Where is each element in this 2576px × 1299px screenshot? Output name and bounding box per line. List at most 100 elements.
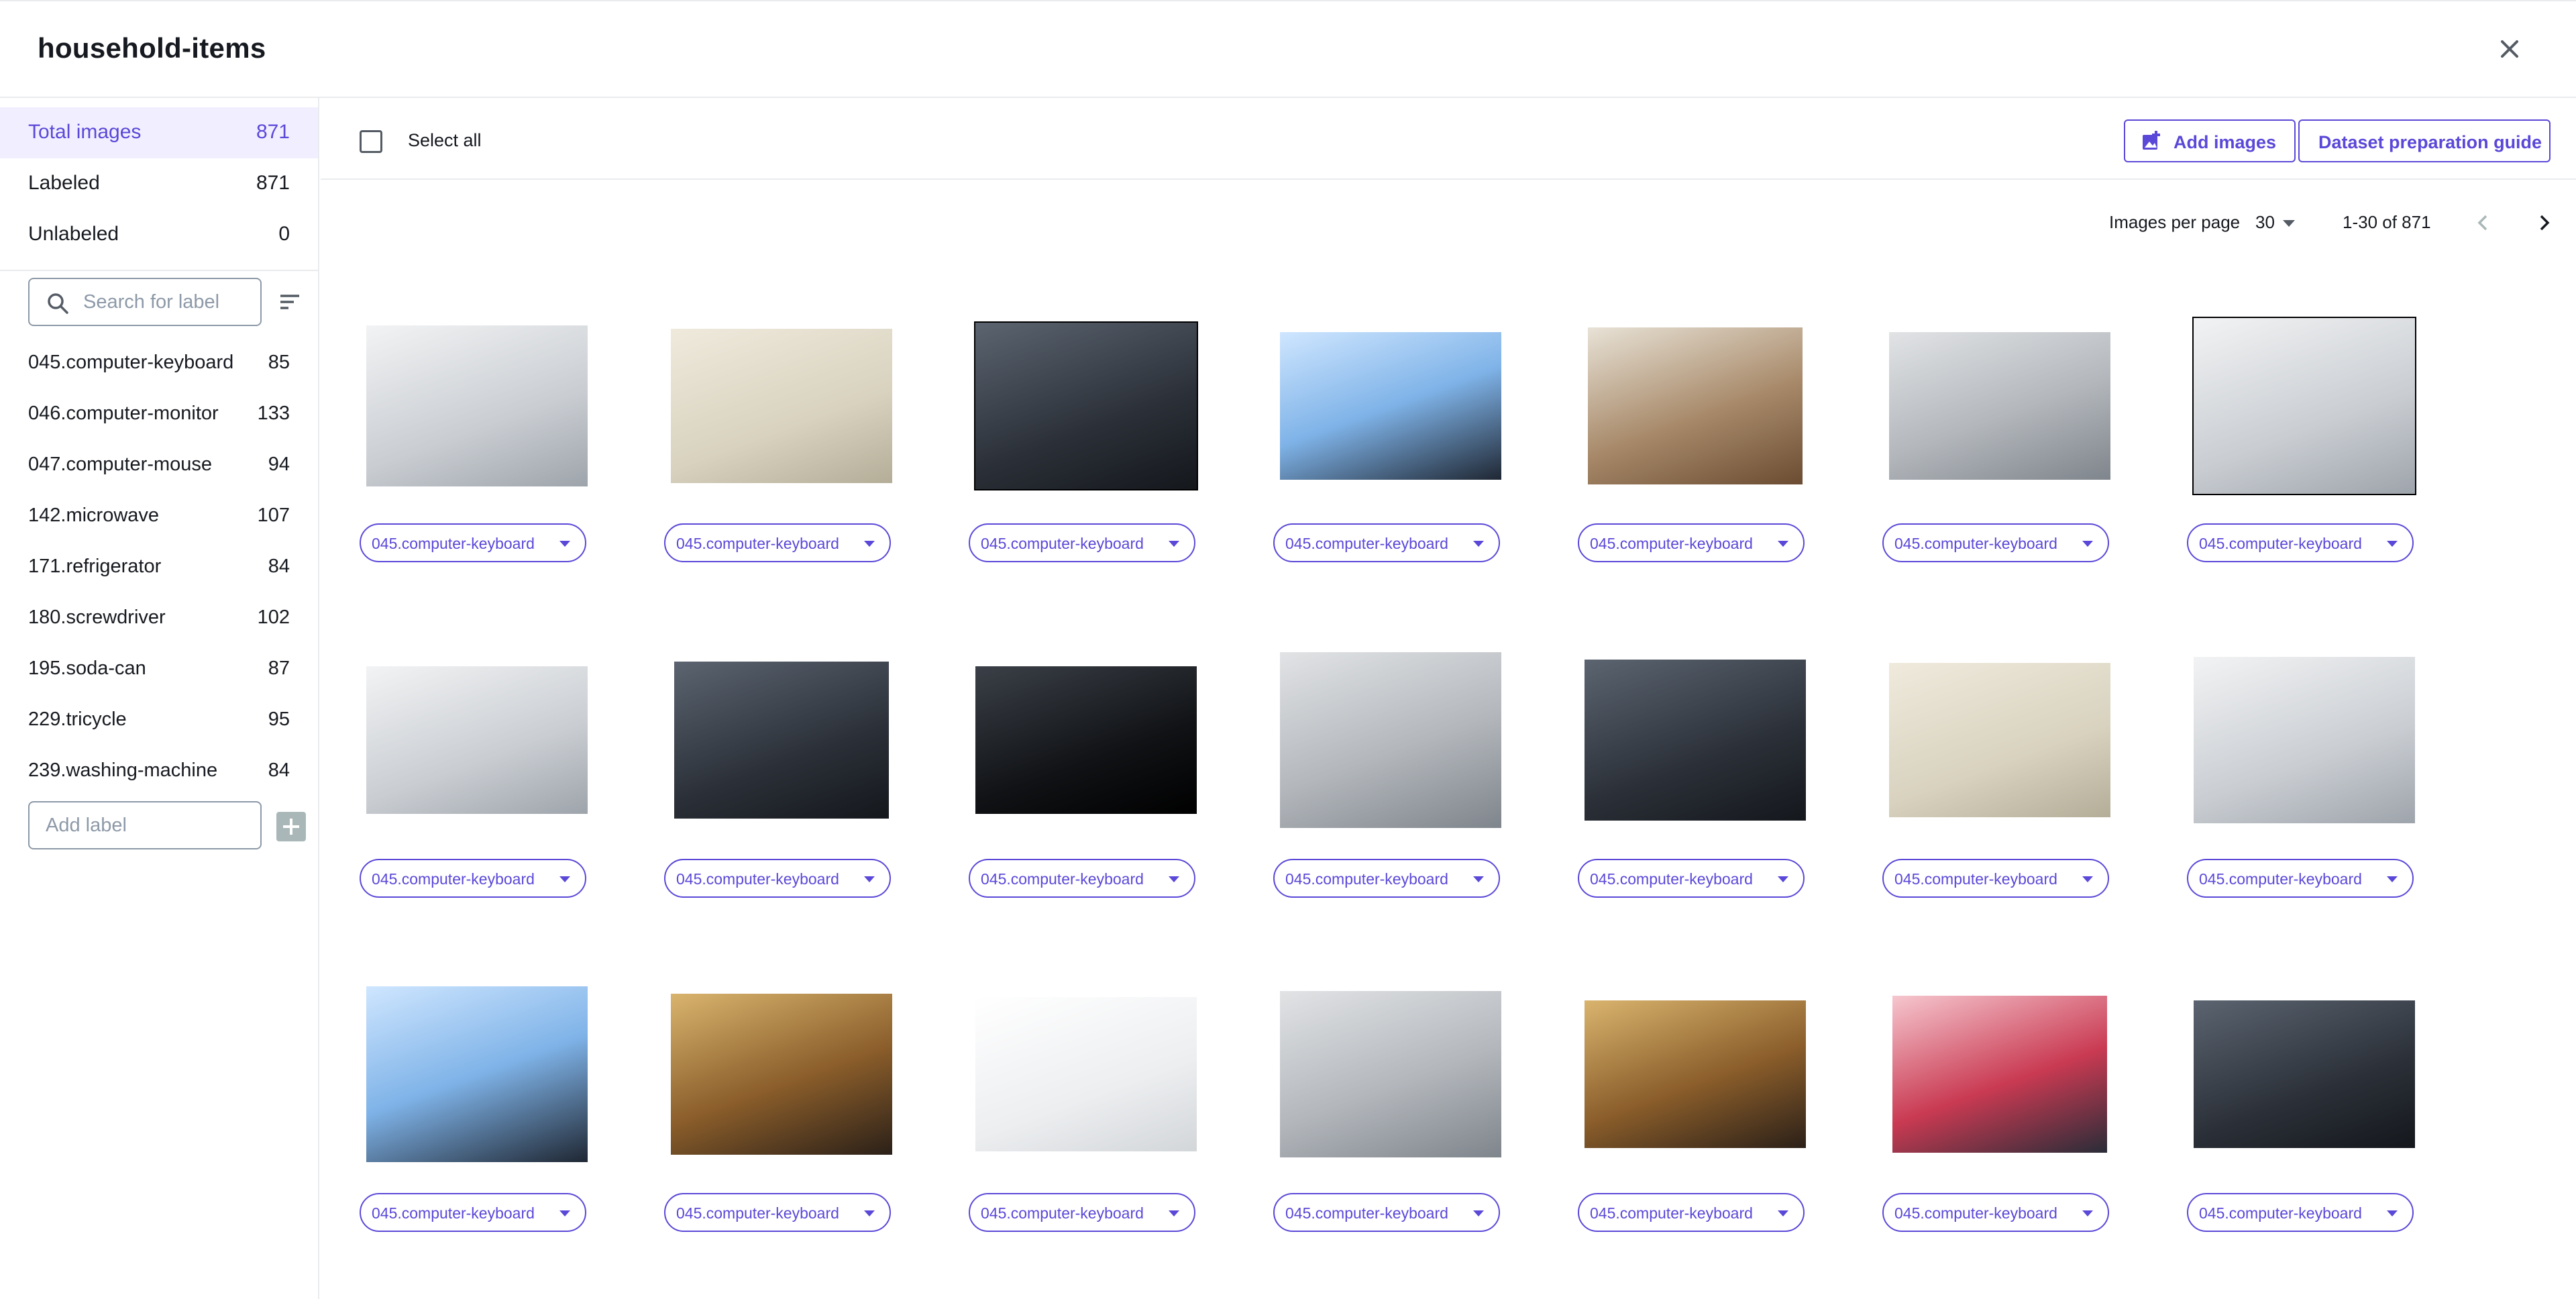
dataset-guide-button[interactable]: Dataset preparation guide xyxy=(2298,119,2551,162)
label-dropdown[interactable]: 045.computer-keyboard xyxy=(2187,859,2414,898)
label-dropdown[interactable]: 045.computer-keyboard xyxy=(664,859,891,898)
image-thumbnail[interactable] xyxy=(1273,629,1508,851)
image-thumbnail[interactable] xyxy=(360,629,594,851)
label-dropdown-text: 045.computer-keyboard xyxy=(372,1204,535,1222)
sort-icon[interactable] xyxy=(276,289,303,315)
image-thumbnail[interactable] xyxy=(969,964,1203,1185)
label-item[interactable]: 239.washing-machine 84 xyxy=(0,747,318,793)
add-label-button[interactable] xyxy=(276,812,306,841)
image-thumbnail[interactable] xyxy=(1578,295,1813,517)
label-dropdown-text: 045.computer-keyboard xyxy=(1894,870,2057,888)
chevron-left-icon[interactable] xyxy=(2473,211,2494,235)
label-dropdown[interactable]: 045.computer-keyboard xyxy=(2187,523,2414,562)
image-thumbnail[interactable] xyxy=(2187,629,2422,851)
add-images-button[interactable]: Add images xyxy=(2124,119,2296,162)
label-dropdown[interactable]: 045.computer-keyboard xyxy=(360,859,586,898)
label-dropdown[interactable]: 045.computer-keyboard xyxy=(1882,523,2109,562)
image-thumbnail[interactable] xyxy=(664,629,899,851)
image-thumbnail[interactable] xyxy=(1578,964,1813,1185)
label-dropdown[interactable]: 045.computer-keyboard xyxy=(1882,859,2109,898)
keyboard-image xyxy=(1585,660,1806,821)
filter-label: Labeled xyxy=(28,172,100,194)
image-thumbnail[interactable] xyxy=(2187,295,2422,517)
keyboard-image xyxy=(1588,327,1803,484)
image-thumbnail[interactable] xyxy=(360,295,594,517)
caret-down-icon xyxy=(1473,541,1484,547)
image-thumbnail[interactable] xyxy=(1882,295,2117,517)
image-thumbnail[interactable] xyxy=(1273,964,1508,1185)
label-search[interactable] xyxy=(28,278,262,326)
add-label-input[interactable] xyxy=(46,812,247,839)
label-dropdown-text: 045.computer-keyboard xyxy=(372,870,535,888)
label-dropdown[interactable]: 045.computer-keyboard xyxy=(360,523,586,562)
label-item[interactable]: 046.computer-monitor 133 xyxy=(0,391,318,436)
label-dropdown[interactable]: 045.computer-keyboard xyxy=(1273,859,1500,898)
label-item[interactable]: 047.computer-mouse 94 xyxy=(0,441,318,487)
close-icon[interactable] xyxy=(2493,32,2526,66)
label-dropdown[interactable]: 045.computer-keyboard xyxy=(664,523,891,562)
label-dropdown[interactable]: 045.computer-keyboard xyxy=(969,523,1195,562)
image-thumbnail[interactable] xyxy=(664,964,899,1185)
label-dropdown[interactable]: 045.computer-keyboard xyxy=(1882,1193,2109,1232)
label-dropdown-text: 045.computer-keyboard xyxy=(981,535,1144,552)
add-images-label: Add images xyxy=(2174,132,2277,152)
per-page-select[interactable]: 30 xyxy=(2255,212,2295,233)
label-item[interactable]: 229.tricycle 95 xyxy=(0,696,318,742)
label-dropdown[interactable]: 045.computer-keyboard xyxy=(2187,1193,2414,1232)
label-dropdown[interactable]: 045.computer-keyboard xyxy=(664,1193,891,1232)
label-item[interactable]: 171.refrigerator 84 xyxy=(0,543,318,589)
select-all-label[interactable]: Select all xyxy=(408,130,482,151)
image-thumbnail[interactable] xyxy=(2187,964,2422,1185)
label-dropdown-text: 045.computer-keyboard xyxy=(1590,535,1753,552)
add-label-field[interactable] xyxy=(28,801,262,849)
filter-unlabeled[interactable]: Unlabeled 0 xyxy=(0,209,318,260)
search-input[interactable] xyxy=(83,289,251,315)
keyboard-image xyxy=(1280,991,1501,1157)
label-item[interactable]: 142.microwave 107 xyxy=(0,492,318,538)
label-dropdown[interactable]: 045.computer-keyboard xyxy=(969,859,1195,898)
page-title: household-items xyxy=(38,32,266,64)
select-all-checkbox[interactable] xyxy=(360,130,382,153)
image-thumbnail[interactable] xyxy=(1882,629,2117,851)
label-dropdown[interactable]: 045.computer-keyboard xyxy=(1578,1193,1805,1232)
label-dropdown-text: 045.computer-keyboard xyxy=(676,870,839,888)
caret-down-icon xyxy=(1169,1210,1179,1216)
label-dropdown-text: 045.computer-keyboard xyxy=(1285,1204,1448,1222)
caret-down-icon xyxy=(2082,1210,2093,1216)
image-thumbnail[interactable] xyxy=(664,295,899,517)
image-thumbnail[interactable] xyxy=(969,295,1203,517)
keyboard-image xyxy=(1889,663,2110,817)
label-dropdown[interactable]: 045.computer-keyboard xyxy=(360,1193,586,1232)
label-item[interactable]: 195.soda-can 87 xyxy=(0,645,318,691)
keyboard-image xyxy=(1280,332,1501,480)
label-dropdown[interactable]: 045.computer-keyboard xyxy=(1578,859,1805,898)
caret-down-icon xyxy=(559,1210,570,1216)
label-name: 045.computer-keyboard xyxy=(28,352,234,373)
caret-down-icon xyxy=(864,1210,875,1216)
label-dropdown-text: 045.computer-keyboard xyxy=(676,535,839,552)
image-thumbnail[interactable] xyxy=(1882,964,2117,1185)
label-item[interactable]: 045.computer-keyboard 85 xyxy=(0,340,318,385)
label-sidebar: Total images 871 Labeled 871 Unlabeled 0… xyxy=(0,98,319,1299)
filter-total-images[interactable]: Total images 871 xyxy=(0,107,318,158)
label-dropdown-text: 045.computer-keyboard xyxy=(2199,1204,2362,1222)
filter-label: Unlabeled xyxy=(28,223,119,245)
label-dropdown[interactable]: 045.computer-keyboard xyxy=(1578,523,1805,562)
image-thumbnail[interactable] xyxy=(1273,295,1508,517)
chevron-right-icon[interactable] xyxy=(2533,211,2555,235)
image-thumbnail[interactable] xyxy=(1578,629,1813,851)
label-dropdown[interactable]: 045.computer-keyboard xyxy=(969,1193,1195,1232)
image-thumbnail[interactable] xyxy=(969,629,1203,851)
keyboard-image xyxy=(1889,332,2110,480)
keyboard-image xyxy=(2194,657,2415,823)
label-dropdown-text: 045.computer-keyboard xyxy=(372,535,535,552)
keyboard-image xyxy=(1585,1000,1806,1148)
label-dropdown[interactable]: 045.computer-keyboard xyxy=(1273,1193,1500,1232)
label-item[interactable]: 180.screwdriver 102 xyxy=(0,594,318,640)
caret-down-icon xyxy=(1778,876,1788,882)
keyboard-image xyxy=(1892,996,2107,1153)
filter-labeled[interactable]: Labeled 871 xyxy=(0,158,318,209)
label-dropdown[interactable]: 045.computer-keyboard xyxy=(1273,523,1500,562)
filter-count: 871 xyxy=(256,121,290,143)
image-thumbnail[interactable] xyxy=(360,964,594,1185)
